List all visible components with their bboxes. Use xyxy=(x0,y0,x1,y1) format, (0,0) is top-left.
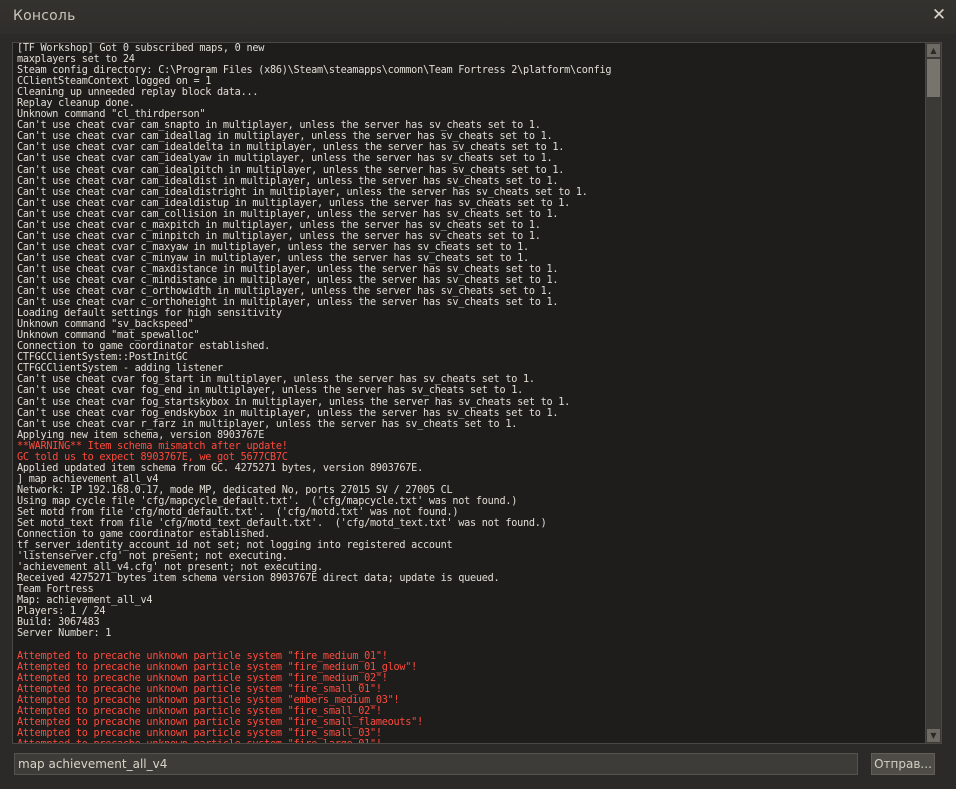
console-line: Can't use cheat cvar c_minyaw in multipl… xyxy=(17,252,529,264)
console-line: Replay cleanup done. xyxy=(17,98,135,110)
console-line: Can't use cheat cvar cam_idealdistright … xyxy=(17,186,588,198)
console-line: tf_server_identity_account_id not set; n… xyxy=(17,540,453,552)
console-line: GC told us to expect 8903767E, we got 56… xyxy=(17,451,288,463)
console-line: Can't use cheat cvar cam_ideallag in mul… xyxy=(17,131,553,143)
console-line: Can't use cheat cvar fog_start in multip… xyxy=(17,374,535,386)
console-line: Received 4275271 bytes item schema versi… xyxy=(17,573,500,585)
console-window: Консоль ✕ [TF Workshop] Got 0 subscribed… xyxy=(0,0,956,789)
console-line: Steam config directory: C:\Program Files… xyxy=(17,65,612,77)
console-line: CClientSteamContext logged on = 1 xyxy=(17,76,212,88)
console-line: Can't use cheat cvar cam_idealdistup in … xyxy=(17,197,571,209)
vertical-scrollbar[interactable]: ▲ ▼ xyxy=(925,43,941,743)
console-line: Can't use cheat cvar fog_end in multipla… xyxy=(17,385,523,397)
scrollbar-thumb[interactable] xyxy=(927,59,940,97)
console-line: Attempted to precache unknown particle s… xyxy=(17,727,382,739)
console-line: Unknown command "sv_backspeed" xyxy=(17,319,194,331)
console-line: Can't use cheat cvar cam_idealdelta in m… xyxy=(17,142,565,154)
console-line: **WARNING** Item schema mismatch after u… xyxy=(17,440,288,452)
console-line: Attempted to precache unknown particle s… xyxy=(17,650,388,662)
console-line: Applied updated item schema from GC. 427… xyxy=(17,462,423,474)
console-line: Server Number: 1 xyxy=(17,628,112,640)
title-bar[interactable]: Консоль ✕ xyxy=(0,0,956,34)
console-line: maxplayers set to 24 xyxy=(17,54,135,66)
console-line: Players: 1 / 24 xyxy=(17,606,106,618)
console-line: Can't use cheat cvar cam_idealyaw in mul… xyxy=(17,153,553,165)
command-input[interactable] xyxy=(14,753,858,775)
console-line: Can't use cheat cvar cam_collision in mu… xyxy=(17,208,559,220)
console-line: Attempted to precache unknown particle s… xyxy=(17,694,400,706)
console-line: Attempted to precache unknown particle s… xyxy=(17,705,382,717)
console-line: Can't use cheat cvar c_minpitch in multi… xyxy=(17,230,541,242)
console-line: Applying new item schema, version 890376… xyxy=(17,429,265,441)
console-line: Attempted to precache unknown particle s… xyxy=(17,661,418,673)
console-output-panel: [TF Workshop] Got 0 subscribed maps, 0 n… xyxy=(12,42,942,744)
console-line: Loading default settings for high sensit… xyxy=(17,308,282,320)
console-line: Can't use cheat cvar c_orthoheight in mu… xyxy=(17,297,559,309)
console-line: Attempted to precache unknown particle s… xyxy=(17,739,925,743)
console-line: [TF Workshop] Got 0 subscribed maps, 0 n… xyxy=(17,43,265,54)
console-line: Network: IP 192.168.0.17, mode MP, dedic… xyxy=(17,484,453,496)
console-line: CTFGCClientSystem - adding listener xyxy=(17,363,223,375)
console-line: Connection to game coordinator establish… xyxy=(17,341,270,353)
console-output[interactable]: [TF Workshop] Got 0 subscribed maps, 0 n… xyxy=(13,43,925,743)
scroll-up-arrow-icon[interactable]: ▲ xyxy=(927,44,940,57)
close-icon[interactable]: ✕ xyxy=(930,5,948,25)
console-line: Can't use cheat cvar c_maxdistance in mu… xyxy=(17,263,559,275)
console-line: Set motd_text from file 'cfg/motd_text_d… xyxy=(17,518,547,530)
send-button[interactable]: Отправ... xyxy=(871,753,935,775)
console-line: Can't use cheat cvar fog_startskybox in … xyxy=(17,396,571,408)
console-line: Can't use cheat cvar c_orthowidth in mul… xyxy=(17,286,553,298)
console-line: Map: achievement_all_v4 xyxy=(17,595,153,607)
console-line: Can't use cheat cvar cam_snapto in multi… xyxy=(17,120,541,132)
console-line: Unknown command "mat_spewalloc" xyxy=(17,330,200,342)
scroll-down-arrow-icon[interactable]: ▼ xyxy=(927,729,940,742)
console-line: Set motd from file 'cfg/motd_default.txt… xyxy=(17,506,459,518)
console-line: CTFGCClientSystem::PostInitGC xyxy=(17,352,188,364)
console-line: Can't use cheat cvar c_maxyaw in multipl… xyxy=(17,241,529,253)
window-title: Консоль xyxy=(13,8,76,24)
console-line: 'achievement_all_v4.cfg' not present; no… xyxy=(17,562,323,574)
console-line: Can't use cheat cvar c_mindistance in mu… xyxy=(17,274,559,286)
console-line: Can't use cheat cvar cam_idealdist in mu… xyxy=(17,175,559,187)
console-line: ] map achievement_all_v4 xyxy=(17,473,159,485)
console-line: Can't use cheat cvar r_farz in multiplay… xyxy=(17,418,518,430)
console-line: Attempted to precache unknown particle s… xyxy=(17,672,388,684)
console-line: Team Fortress xyxy=(17,584,94,596)
console-line: Cleaning up unneeded replay block data..… xyxy=(17,87,259,99)
console-line: Attempted to precache unknown particle s… xyxy=(17,716,423,728)
console-line: Can't use cheat cvar fog_endskybox in mu… xyxy=(17,407,559,419)
console-line: Build: 3067483 xyxy=(17,617,100,629)
console-line: 'listenserver.cfg' not present; not exec… xyxy=(17,551,288,563)
console-line: Attempted to precache unknown particle s… xyxy=(17,683,382,695)
console-line: Can't use cheat cvar c_maxpitch in multi… xyxy=(17,219,541,231)
console-line: Connection to game coordinator establish… xyxy=(17,529,270,541)
console-line: Using map cycle file 'cfg/mapcycle_defau… xyxy=(17,495,518,507)
console-line: Can't use cheat cvar cam_idealpitch in m… xyxy=(17,164,565,176)
console-line: Unknown command "cl_thirdperson" xyxy=(17,109,206,121)
